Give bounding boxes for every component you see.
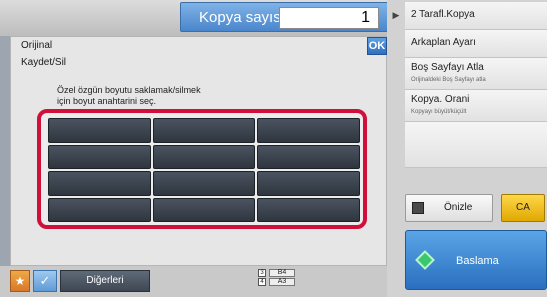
paper-tray-status[interactable]: 3 B4 4 A3 (258, 268, 318, 296)
copy-ratio-sub: Kopyayı büyüt/küçült (411, 109, 467, 115)
paper-size: A3 (269, 277, 295, 286)
dialog-subtitle: Kaydet/Sil (21, 57, 67, 68)
size-key-11[interactable] (152, 197, 256, 222)
size-key-7[interactable] (48, 171, 151, 196)
clear-all-button[interactable]: CA (501, 194, 545, 222)
dialog-message-line2: için boyut anahtarini seç. (57, 96, 157, 106)
blank-page-skip-label: Boş Sayfayı Atla (411, 62, 484, 73)
duplex-copy-item[interactable]: 2 Tarafl.Kopya (405, 2, 547, 30)
paper-size: B4 (269, 268, 295, 277)
copy-ratio-label: Kopya. Orani (411, 94, 470, 105)
size-key-9[interactable] (257, 171, 360, 196)
ok-button[interactable]: OK (367, 37, 387, 55)
favorite-star-icon[interactable]: ★ (10, 270, 30, 292)
size-key-3[interactable] (257, 118, 360, 143)
copy-ratio-item[interactable]: Kopya. Orani Kopyayı büyüt/küçült (405, 90, 547, 122)
blank-page-skip-item[interactable]: Boş Sayfayı Atla Orijinaldeki Boş Sayfay… (405, 58, 547, 90)
size-key-frame (37, 109, 367, 229)
function-list: 2 Tarafl.Kopya Arkaplan Ayarı Boş Sayfay… (405, 2, 547, 168)
original-save-dialog: Orijinal Kaydet/Sil OK Özel özgün boyutu… (10, 36, 387, 266)
empty-list-slot (405, 122, 547, 168)
size-key-4[interactable] (48, 144, 151, 169)
duplex-copy-label: 2 Tarafl.Kopya (411, 9, 475, 20)
others-button[interactable]: Diğerleri (60, 270, 150, 292)
size-key-grid (48, 118, 360, 222)
left-strip (0, 36, 10, 266)
checkmark-icon[interactable]: ✓ (33, 270, 57, 292)
size-key-1[interactable] (48, 118, 151, 143)
start-label: Baslama (456, 255, 499, 267)
start-button[interactable]: Baslama (405, 230, 547, 290)
background-item[interactable]: Arkaplan Ayarı (405, 30, 547, 58)
dialog-message-line1: Özel özgün boyutu saklamak/silmek (57, 85, 201, 95)
size-key-6[interactable] (257, 144, 360, 169)
tray-number: 4 (258, 277, 266, 286)
copy-count-field[interactable]: Kopya sayısı 1 (180, 2, 390, 32)
copy-count-label: Kopya sayısı (199, 8, 285, 26)
preview-label: Önizle (444, 202, 473, 213)
paper-tray-row: 3 B4 (258, 268, 318, 277)
size-key-10[interactable] (48, 197, 151, 222)
right-panel: ▶ 2 Tarafl.Kopya Arkaplan Ayarı Boş Sayf… (387, 0, 547, 297)
size-key-8[interactable] (152, 171, 256, 196)
blank-page-skip-sub: Orijinaldeki Boş Sayfayı atla (411, 77, 486, 83)
expand-arrow-icon[interactable]: ▶ (387, 10, 405, 22)
tray-number: 3 (258, 268, 266, 277)
start-icon (415, 250, 435, 270)
dialog-message: Özel özgün boyutu saklamak/silmek için b… (57, 85, 201, 107)
size-key-2[interactable] (152, 118, 256, 143)
dialog-title: Orijinal (21, 40, 53, 51)
preview-icon (412, 202, 424, 214)
size-key-12[interactable] (257, 197, 360, 222)
paper-tray-row: 4 A3 (258, 277, 318, 286)
size-key-5[interactable] (152, 144, 256, 169)
preview-button[interactable]: Önizle (405, 194, 493, 222)
copy-count-input[interactable]: 1 (279, 7, 379, 29)
bottom-bar: ★ ✓ Diğerleri 3 B4 4 A3 (0, 266, 387, 297)
background-label: Arkaplan Ayarı (411, 37, 476, 48)
